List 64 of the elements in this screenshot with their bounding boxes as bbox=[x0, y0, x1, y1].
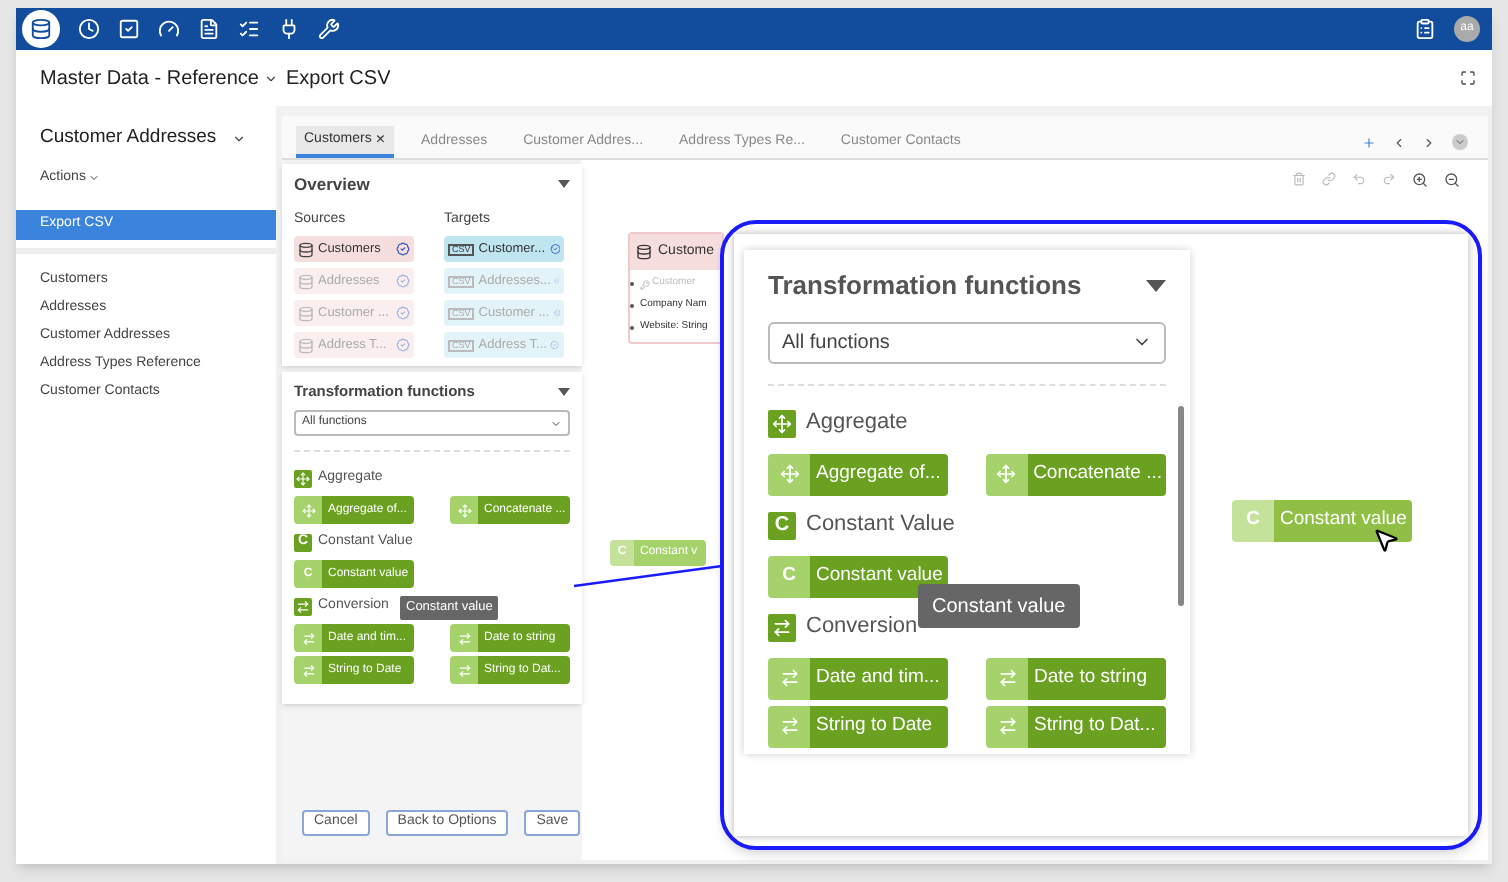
move-icon bbox=[457, 503, 471, 518]
checkbox-icon[interactable] bbox=[118, 18, 140, 40]
database-icon bbox=[636, 244, 652, 260]
clock-icon[interactable] bbox=[78, 18, 100, 40]
move-icon bbox=[294, 469, 312, 488]
zoom-out-icon[interactable] bbox=[1444, 172, 1460, 188]
document-icon[interactable] bbox=[198, 18, 220, 40]
move-icon bbox=[779, 464, 799, 484]
database-icon bbox=[298, 241, 314, 258]
database-icon bbox=[298, 273, 314, 290]
zoom-in-icon[interactable] bbox=[1412, 172, 1428, 188]
project-title[interactable]: Master Data - Reference bbox=[40, 63, 264, 93]
group-label: Aggregate bbox=[806, 408, 908, 439]
move-icon bbox=[768, 409, 796, 437]
database-icon bbox=[298, 337, 314, 354]
swap-icon bbox=[997, 668, 1017, 688]
check-icon bbox=[396, 338, 410, 353]
wrench-icon[interactable] bbox=[318, 18, 340, 40]
key-icon bbox=[640, 279, 650, 289]
check-icon bbox=[550, 338, 560, 353]
swap-icon bbox=[779, 668, 799, 688]
card-title: Overview bbox=[294, 172, 370, 198]
database-icon[interactable] bbox=[22, 10, 60, 48]
caret-icon[interactable] bbox=[232, 131, 246, 145]
chevron-icon bbox=[550, 417, 562, 430]
checklist-icon[interactable] bbox=[238, 18, 260, 40]
move-icon bbox=[301, 503, 315, 518]
entity-title: Customer Addresses bbox=[40, 123, 219, 152]
swap-icon bbox=[997, 716, 1017, 736]
swap-icon bbox=[301, 631, 315, 646]
group-label: Conversion bbox=[806, 612, 918, 643]
previous-icon[interactable] bbox=[1392, 135, 1406, 149]
swap-icon bbox=[768, 613, 796, 641]
caret-icon[interactable] bbox=[264, 71, 278, 85]
letter-icon: C bbox=[782, 561, 796, 591]
check-icon bbox=[396, 306, 410, 321]
letter-icon: C bbox=[768, 511, 796, 539]
close-icon[interactable]: × bbox=[375, 132, 386, 148]
tooltip: Constant value bbox=[918, 584, 1080, 628]
cursor-icon bbox=[1372, 526, 1400, 554]
database-icon bbox=[298, 305, 314, 322]
letter-icon: C bbox=[1246, 506, 1260, 536]
card-title: Transformation functions bbox=[768, 268, 1082, 304]
collapse-icon[interactable] bbox=[1146, 279, 1166, 292]
page-title: Export CSV bbox=[286, 65, 391, 93]
swap-icon bbox=[457, 631, 471, 646]
fullscreen-icon[interactable] bbox=[1460, 70, 1476, 86]
filter-select[interactable]: All functions bbox=[768, 321, 1166, 363]
check-icon bbox=[549, 242, 560, 257]
gauge-icon[interactable] bbox=[158, 18, 180, 40]
swap-icon bbox=[301, 663, 315, 678]
swap-icon bbox=[779, 716, 799, 736]
group-label: Constant Value bbox=[806, 510, 955, 541]
plug-icon[interactable] bbox=[278, 18, 300, 40]
collapse-icon[interactable] bbox=[558, 180, 570, 189]
check-icon bbox=[396, 242, 410, 257]
dropdown-icon[interactable] bbox=[1452, 134, 1468, 150]
clipboard-icon[interactable] bbox=[1414, 18, 1436, 40]
collapse-icon[interactable] bbox=[558, 387, 570, 396]
move-icon bbox=[996, 464, 1017, 484]
check-icon bbox=[396, 274, 410, 289]
swap-icon bbox=[457, 663, 471, 678]
swap-icon bbox=[294, 597, 312, 616]
next-icon[interactable] bbox=[1422, 135, 1436, 149]
